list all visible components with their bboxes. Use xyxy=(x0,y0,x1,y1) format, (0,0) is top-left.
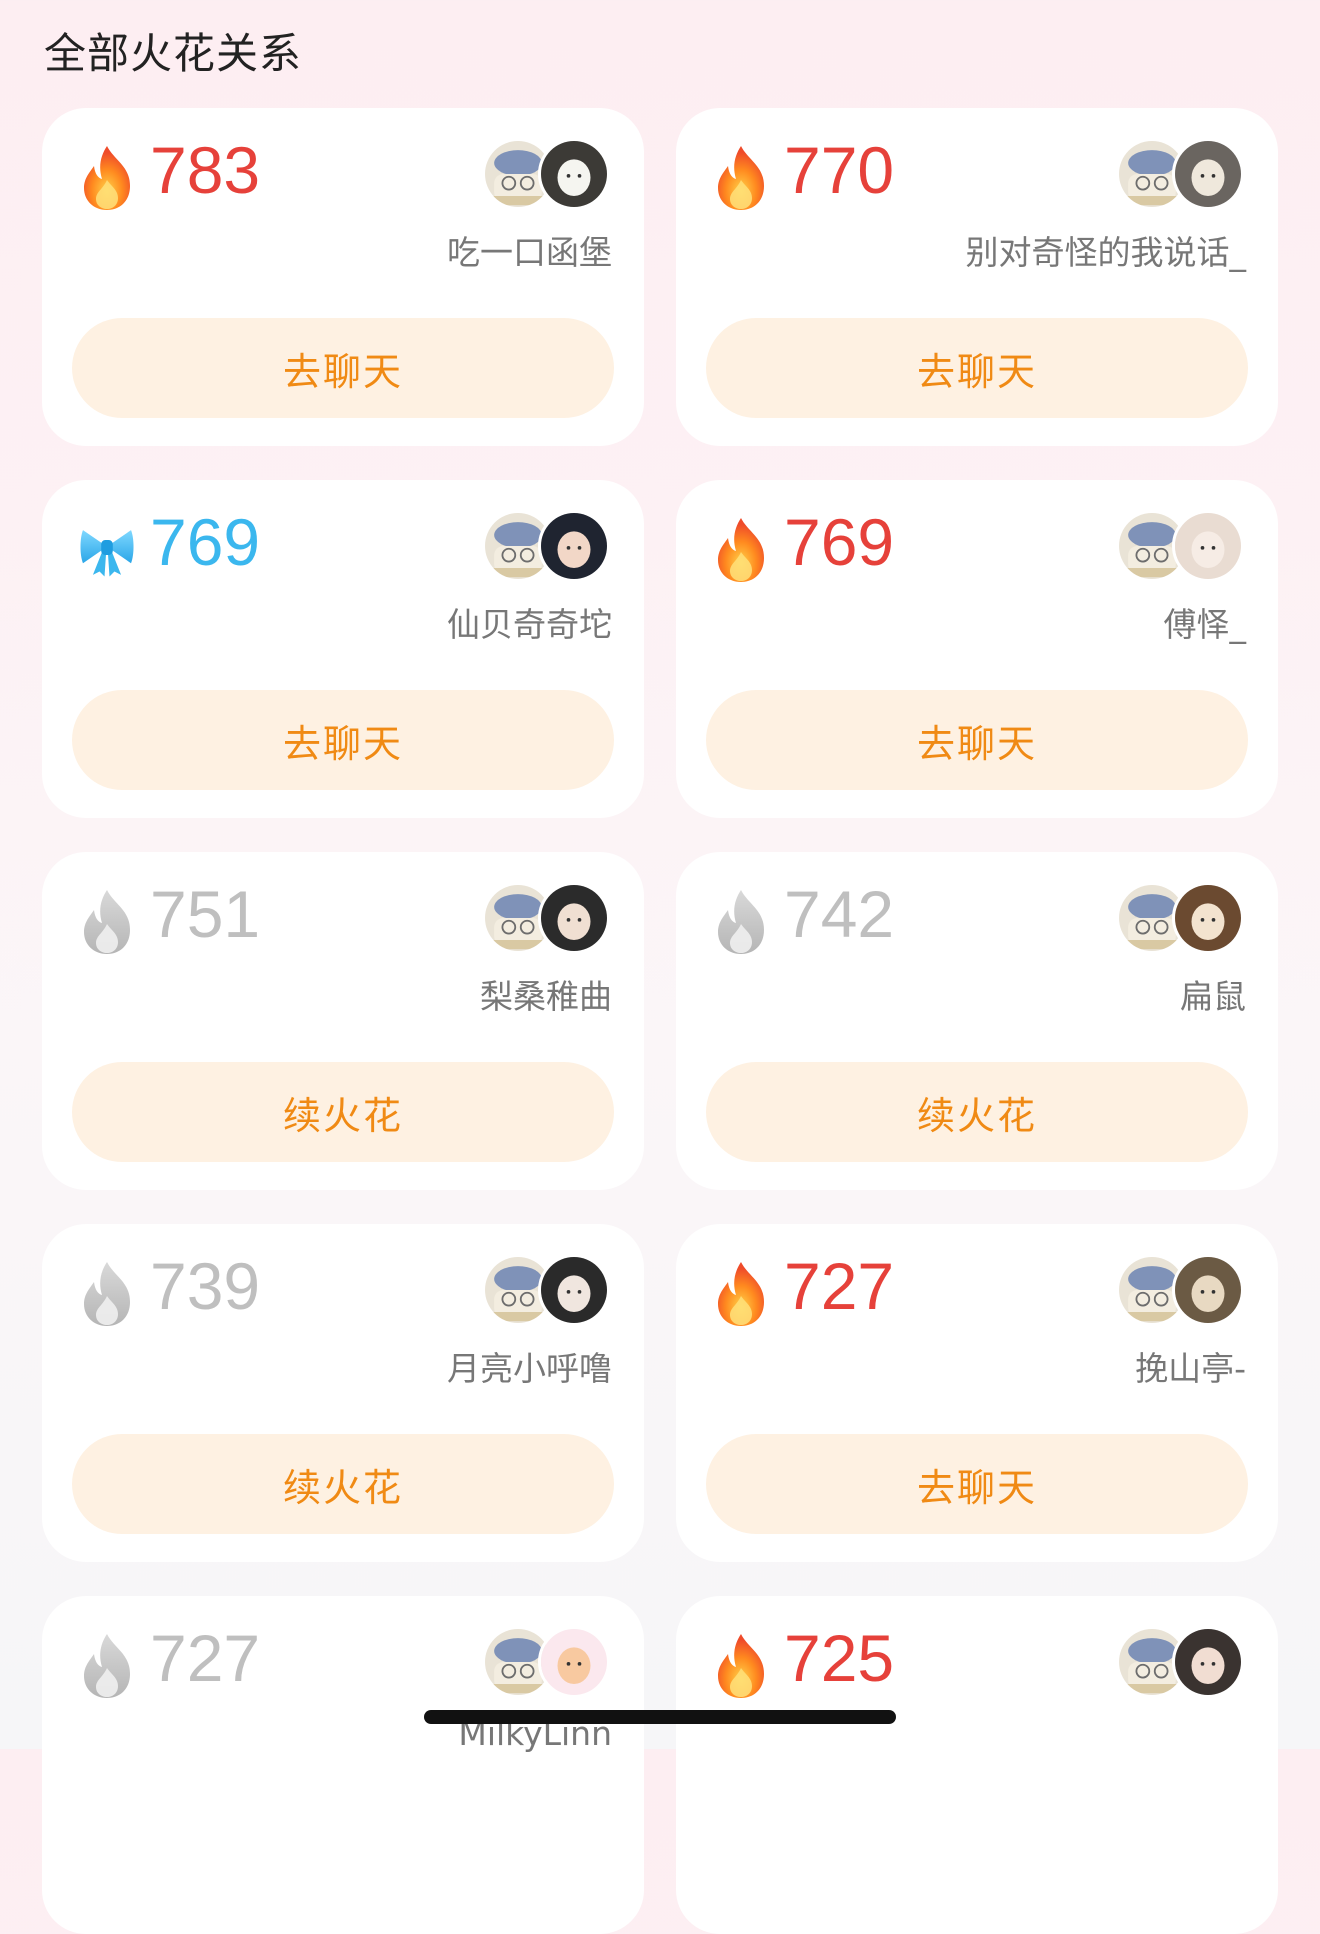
friend-name: 别对奇怪的我说话_ xyxy=(965,233,1247,272)
avatar-pair xyxy=(1116,510,1246,584)
spark-card[interactable]: 783 吃一口函堡去聊天 xyxy=(42,108,644,446)
friend-name: 挽山亭- xyxy=(1135,1349,1246,1388)
avatar-pair xyxy=(1116,138,1246,212)
spark-card[interactable]: 769 傅怿_ 去聊天 xyxy=(676,480,1278,818)
spark-score: 769 xyxy=(150,505,261,579)
go-chat-button[interactable]: 去聊天 xyxy=(706,318,1248,418)
avatar-pair xyxy=(482,1626,612,1700)
flame-icon xyxy=(78,144,136,212)
bow-icon xyxy=(78,516,136,584)
avatar-pair xyxy=(482,138,612,212)
friend-avatar[interactable] xyxy=(538,510,610,582)
spark-card[interactable]: 739 月亮小呼噜续火花 xyxy=(42,1224,644,1562)
spark-card[interactable]: 727 MilkyLinn xyxy=(42,1596,644,1934)
spark-score: 742 xyxy=(784,877,895,951)
friend-name: 吃一口函堡 xyxy=(447,233,612,272)
go-chat-button[interactable]: 去聊天 xyxy=(706,690,1248,790)
renew-spark-button[interactable]: 续火花 xyxy=(72,1062,614,1162)
spark-card[interactable]: 770 别对奇怪的我说话_ 去聊天 xyxy=(676,108,1278,446)
go-chat-button[interactable]: 去聊天 xyxy=(706,1434,1248,1534)
spark-card[interactable]: 751 梨桑稚曲续火花 xyxy=(42,852,644,1190)
renew-spark-button[interactable]: 续火花 xyxy=(706,1062,1248,1162)
gray-flame-icon xyxy=(78,1632,136,1700)
gray-flame-icon xyxy=(712,888,770,956)
friend-name: 梨桑稚曲 xyxy=(480,977,612,1016)
spark-score: 739 xyxy=(150,1249,261,1323)
friend-avatar[interactable] xyxy=(1172,1626,1244,1698)
spark-score: 783 xyxy=(150,133,261,207)
friend-avatar[interactable] xyxy=(538,1626,610,1698)
go-chat-button[interactable]: 去聊天 xyxy=(72,690,614,790)
friend-name: 仙贝奇奇坨 xyxy=(447,605,612,644)
friend-name: 月亮小呼噜 xyxy=(447,1349,612,1388)
spark-score: 725 xyxy=(784,1621,895,1695)
spark-relationship-grid: 783 吃一口函堡 去聊天 770 别对奇怪的我说话_ 去聊天 769 仙贝奇奇坨去… xyxy=(42,108,1278,1934)
flame-icon xyxy=(712,1632,770,1700)
spark-score: 751 xyxy=(150,877,261,951)
gray-flame-icon xyxy=(78,888,136,956)
spark-score: 770 xyxy=(784,133,895,207)
friend-avatar[interactable] xyxy=(1172,1254,1244,1326)
avatar-pair xyxy=(1116,1254,1246,1328)
avatar-pair xyxy=(482,510,612,584)
friend-name: 扁鼠 xyxy=(1180,977,1246,1016)
spark-card[interactable]: 725 xyxy=(676,1596,1278,1934)
avatar-pair xyxy=(482,882,612,956)
friend-avatar[interactable] xyxy=(1172,138,1244,210)
spark-score: 727 xyxy=(150,1621,261,1695)
friend-avatar[interactable] xyxy=(1172,510,1244,582)
spark-score: 727 xyxy=(784,1249,895,1323)
gray-flame-icon xyxy=(78,1260,136,1328)
friend-avatar[interactable] xyxy=(538,1254,610,1326)
friend-avatar[interactable] xyxy=(538,138,610,210)
go-chat-button[interactable]: 去聊天 xyxy=(72,318,614,418)
page-title: 全部火花关系 xyxy=(44,29,303,78)
friend-avatar[interactable] xyxy=(1172,882,1244,954)
friend-name: 傅怿_ xyxy=(1163,605,1247,644)
avatar-pair xyxy=(482,1254,612,1328)
spark-score: 769 xyxy=(784,505,895,579)
avatar-pair xyxy=(1116,1626,1246,1700)
flame-icon xyxy=(712,144,770,212)
flame-icon xyxy=(712,1260,770,1328)
spark-card[interactable]: 727 挽山亭- 去聊天 xyxy=(676,1224,1278,1562)
flame-icon xyxy=(712,516,770,584)
friend-avatar[interactable] xyxy=(538,882,610,954)
spark-card[interactable]: 769 仙贝奇奇坨去聊天 xyxy=(42,480,644,818)
home-indicator xyxy=(424,1710,896,1724)
renew-spark-button[interactable]: 续火花 xyxy=(72,1434,614,1534)
spark-card[interactable]: 742 扁鼠续火花 xyxy=(676,852,1278,1190)
avatar-pair xyxy=(1116,882,1246,956)
